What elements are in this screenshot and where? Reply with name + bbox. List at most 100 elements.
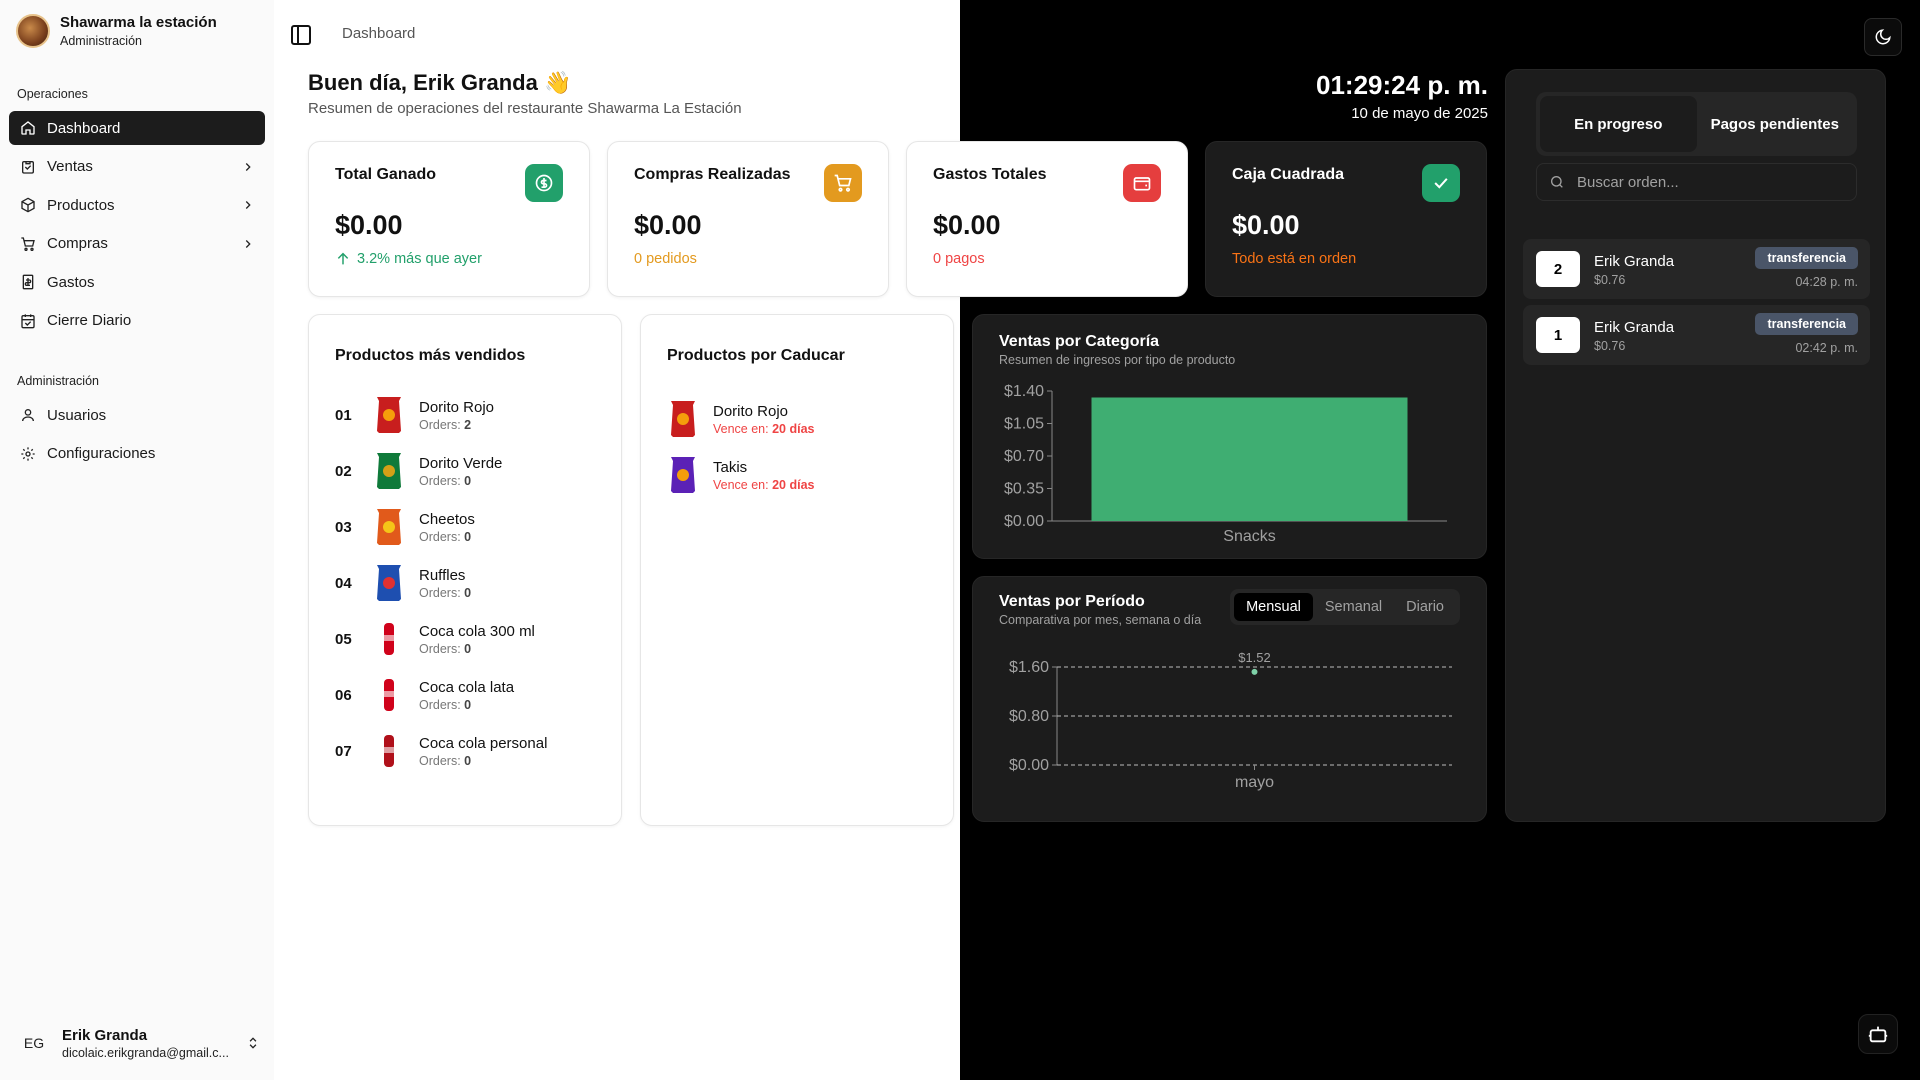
bot-icon: [1867, 1023, 1889, 1045]
tab-diario[interactable]: Diario: [1394, 593, 1456, 621]
stat-trend: 3.2% más que ayer: [335, 251, 563, 267]
gear-icon: [19, 445, 37, 463]
sidebar-item-label: Compras: [47, 235, 108, 252]
list-item[interactable]: 02 Dorito Verde Orders: 0: [335, 443, 595, 499]
list-item[interactable]: 07 Coca cola personal Orders: 0: [335, 723, 595, 779]
sidebar-item-configuraciones[interactable]: Configuraciones: [9, 437, 265, 471]
clipboard-icon: [19, 158, 37, 176]
user-menu[interactable]: EG Erik Granda dicolaic.erikgranda@gmail…: [16, 1025, 260, 1061]
sidebar-toggle-icon[interactable]: [289, 23, 313, 47]
product-name: Dorito Verde: [419, 454, 503, 472]
orders-value: 0: [464, 753, 472, 768]
sidebar-item-productos[interactable]: Productos: [9, 188, 265, 222]
product-orders: Orders: 2: [419, 418, 494, 432]
y-tick-label: $1.40: [1004, 383, 1044, 400]
list-item[interactable]: 01 Dorito Rojo Orders: 2: [335, 387, 595, 443]
stat-card-gastos: Gastos Totales $0.00 0 pagos: [906, 141, 1188, 297]
y-tick-label: $0.35: [1004, 481, 1044, 498]
stat-value: $0.00: [1232, 210, 1300, 240]
orders-value: 0: [464, 473, 472, 488]
product-name: Coca cola personal: [419, 734, 548, 752]
order-search[interactable]: [1536, 163, 1857, 201]
list-item[interactable]: Dorito Rojo Vence en: 20 días: [667, 391, 927, 447]
rank: 03: [335, 518, 352, 536]
sidebar-item-ventas[interactable]: Ventas: [9, 150, 265, 184]
stat-sub: 0 pagos: [933, 251, 985, 267]
nav-operations: Operaciones Dashboard Ventas Productos C…: [9, 82, 265, 342]
list-item[interactable]: Takis Vence en: 20 días: [667, 447, 927, 503]
product-name: Coca cola lata: [419, 678, 515, 696]
stat-sub: Todo está en orden: [1232, 251, 1357, 267]
expires-label: Vence en:: [713, 421, 769, 436]
order-customer: Erik Granda: [1594, 253, 1675, 270]
brand[interactable]: Shawarma la estación Administración: [16, 14, 217, 48]
rank: 07: [335, 742, 352, 760]
sidebar-item-gastos[interactable]: Gastos: [9, 265, 265, 299]
period-chart-card: Ventas por Período Comparativa por mes, …: [972, 576, 1487, 822]
product-image: [377, 397, 401, 433]
nav-heading-admin: Administración: [17, 374, 99, 388]
stat-sub: 0 pedidos: [634, 251, 697, 267]
product-image: [671, 457, 695, 493]
product-name: Takis: [713, 458, 748, 476]
user-icon: [19, 406, 37, 424]
product-name: Ruffles: [419, 566, 466, 584]
product-orders: Orders: 0: [419, 754, 547, 768]
tab-mensual[interactable]: Mensual: [1234, 593, 1313, 621]
stat-sub: 3.2% más que ayer: [357, 251, 482, 267]
list-item[interactable]: 04 Ruffles Orders: 0: [335, 555, 595, 611]
assistant-button[interactable]: [1858, 1014, 1898, 1054]
tab-en-progreso[interactable]: En progreso: [1540, 96, 1697, 152]
expiring-products-card: Productos por Caducar Dorito Rojo Vence …: [640, 314, 954, 826]
list-item[interactable]: 05 Coca cola 300 ml Orders: 0: [335, 611, 595, 667]
page-subtitle: Resumen de operaciones del restaurante S…: [308, 100, 742, 117]
y-tick-label: $0.70: [1004, 448, 1044, 465]
sidebar-item-dashboard[interactable]: Dashboard: [9, 111, 265, 145]
x-tick-label: mayo: [1235, 774, 1274, 791]
package-icon: [19, 196, 37, 214]
avatar: EG: [16, 1025, 52, 1061]
stat-value: $0.00: [634, 210, 702, 240]
search-input[interactable]: [1577, 173, 1837, 191]
dollar-icon: [525, 164, 563, 202]
period-line-chart: $1.60 $0.80 $0.00 $1.52 mayo: [1009, 650, 1452, 791]
chevron-right-icon: [241, 198, 255, 212]
order-time: 04:28 p. m.: [1795, 275, 1858, 289]
sidebar-item-usuarios[interactable]: Usuarios: [9, 398, 265, 432]
moon-icon: [1874, 28, 1892, 46]
breadcrumb[interactable]: Dashboard: [342, 25, 415, 42]
orders-label: Orders:: [419, 473, 461, 488]
theme-toggle-button[interactable]: [1864, 18, 1902, 56]
chart-title: Ventas por Categoría: [999, 333, 1160, 350]
tab-semanal[interactable]: Semanal: [1313, 593, 1394, 621]
clock-time: 01:29:24 p. m.: [1316, 70, 1488, 100]
list-item[interactable]: 06 Coca cola lata Orders: 0: [335, 667, 595, 723]
orders-panel: En progreso Pagos pendientes 2 Erik Gran…: [1505, 69, 1886, 822]
product-image: [377, 509, 401, 545]
data-point: [1250, 667, 1259, 676]
order-number: 1: [1536, 317, 1580, 353]
home-icon: [19, 119, 37, 137]
data-label: $1.52: [1238, 650, 1271, 665]
order-card[interactable]: 1 Erik Granda $0.76 transferencia 02:42 …: [1523, 305, 1870, 365]
sidebar-item-label: Ventas: [47, 158, 93, 175]
sidebar-item-cierre-diario[interactable]: Cierre Diario: [9, 304, 265, 338]
sidebar-item-compras[interactable]: Compras: [9, 227, 265, 261]
product-orders: Orders: 0: [419, 642, 535, 656]
product-orders: Orders: 0: [419, 698, 514, 712]
tab-pagos-pendientes[interactable]: Pagos pendientes: [1697, 96, 1854, 152]
card-title: Productos por Caducar: [667, 347, 845, 364]
orders-tabs: En progreso Pagos pendientes: [1536, 92, 1857, 156]
product-orders: Orders: 0: [419, 586, 471, 600]
y-tick-label: $1.60: [1009, 659, 1049, 676]
list-item[interactable]: 03 Cheetos Orders: 0: [335, 499, 595, 555]
order-amount: $0.76: [1594, 339, 1626, 353]
bar: [1091, 397, 1408, 521]
product-orders: Orders: 0: [419, 530, 475, 544]
chevrons-up-down-icon: [246, 1036, 260, 1050]
order-card[interactable]: 2 Erik Granda $0.76 transferencia 04:28 …: [1523, 239, 1870, 299]
orders-value: 0: [464, 641, 472, 656]
stat-value: $0.00: [933, 210, 1001, 240]
brand-title: Shawarma la estación: [60, 14, 217, 31]
sidebar: Shawarma la estación Administración Oper…: [0, 0, 274, 1080]
